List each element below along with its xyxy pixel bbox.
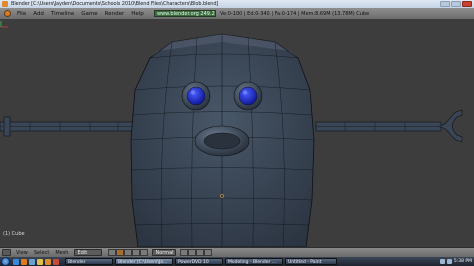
taskbar: Blender Blender [C:\Users\Ja... PowerDVD… [0, 257, 474, 266]
task-powerdvd[interactable]: PowerDVD 10 [175, 258, 223, 265]
main-menu: File Add Timeline Game Render Help [17, 11, 144, 17]
header-menu: View Select Mesh [16, 250, 68, 256]
shading-icon[interactable] [108, 249, 117, 256]
limit-selection-icon[interactable] [140, 249, 149, 256]
volume-icon[interactable] [446, 259, 452, 264]
close-button[interactable] [462, 1, 472, 7]
media-icon[interactable] [21, 258, 27, 265]
task-modeling-blender[interactable]: Modeling - Blender ... [225, 258, 283, 265]
task-blender[interactable]: Blender [65, 258, 113, 265]
menu-mesh[interactable]: Mesh [55, 250, 68, 256]
menu-help[interactable]: Help [131, 11, 144, 17]
start-button[interactable] [1, 257, 10, 266]
axis-gizmo-icon [0, 21, 8, 28]
translate-icon[interactable] [180, 249, 189, 256]
quick-launch [13, 258, 59, 265]
folder-icon[interactable] [37, 258, 43, 265]
blender-icon[interactable] [45, 258, 51, 265]
window-titlebar[interactable]: Blender [C:\Users\Jayden\Documents\Schoo… [0, 0, 474, 8]
snap-icon[interactable] [204, 249, 213, 256]
manipulator-buttons [180, 249, 213, 256]
blender-logo-icon[interactable] [4, 10, 11, 17]
object-label: (1) Cube [3, 231, 25, 237]
blender-menubar: File Add Timeline Game Render Help www.b… [0, 8, 474, 20]
screen: Blender [C:\Users\Jayden\Documents\Schoo… [0, 0, 474, 266]
menu-view[interactable]: View [16, 250, 28, 256]
window-controls [440, 1, 472, 7]
menu-add[interactable]: Add [33, 11, 44, 17]
menu-game[interactable]: Game [81, 11, 97, 17]
draw-mode-buttons [108, 249, 149, 256]
window-title: Blender [C:\Users\Jayden\Documents\Schoo… [11, 1, 219, 7]
scale-icon[interactable] [196, 249, 205, 256]
minimize-button[interactable] [440, 1, 450, 7]
viewport-header: View Select Mesh Edit Mode Normal [0, 247, 474, 263]
right-eye [233, 81, 263, 111]
app-icon[interactable] [53, 258, 59, 265]
edge-select-icon[interactable] [124, 249, 133, 256]
network-icon[interactable] [439, 259, 445, 264]
menu-file[interactable]: File [17, 11, 26, 17]
clock[interactable]: 5:38 PM [454, 259, 472, 264]
mouth [194, 125, 250, 157]
explorer-icon[interactable] [29, 258, 35, 265]
face-select-icon[interactable] [132, 249, 141, 256]
scene-stats: Ve:0-100 | Ed:0-340 | Fa:0-174 | Mem:8.6… [220, 11, 370, 17]
menu-render[interactable]: Render [105, 11, 125, 17]
blender-app-icon [2, 1, 8, 7]
rotate-icon[interactable] [188, 249, 197, 256]
task-blender-file[interactable]: Blender [C:\Users\Ja... [115, 258, 173, 265]
menu-select[interactable]: Select [34, 250, 49, 256]
editor-type-icon[interactable] [2, 249, 11, 256]
menu-timeline[interactable]: Timeline [51, 11, 74, 17]
right-arm [315, 109, 463, 143]
vertex-select-icon[interactable] [116, 249, 125, 256]
left-eye [181, 81, 211, 111]
ie-icon[interactable] [13, 258, 19, 265]
pivot-dropdown[interactable]: Normal [152, 249, 177, 256]
maximize-button[interactable] [451, 1, 461, 7]
viewport-canvas[interactable] [0, 20, 474, 247]
mode-dropdown[interactable]: Edit Mode [74, 249, 103, 263]
task-paint[interactable]: Untitled - Paint [285, 258, 337, 265]
blender-url-field[interactable]: www.blender.org 249.2 [154, 10, 216, 17]
system-tray: 5:38 PM [439, 258, 472, 265]
left-arm [0, 116, 145, 137]
3d-viewport[interactable]: (1) Cube [0, 20, 474, 247]
